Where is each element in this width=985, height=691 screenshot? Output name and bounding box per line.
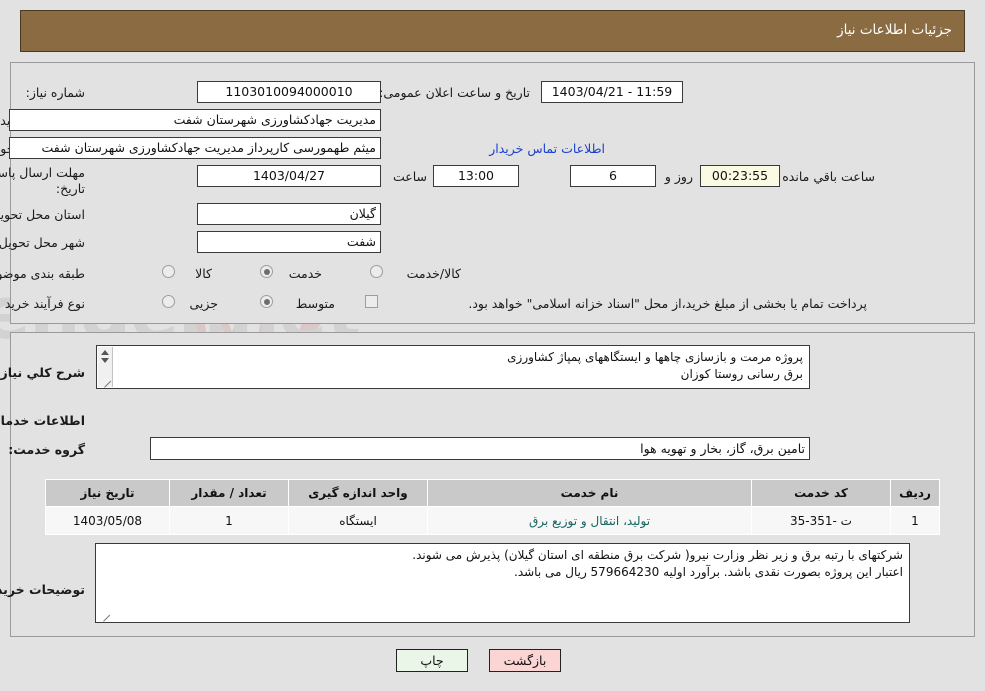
cell-date: 1403/05/08 — [45, 506, 170, 535]
province-label: استان محل تحویل: — [0, 207, 85, 222]
description-label: شرح کلي نیاز: — [0, 365, 85, 380]
public-announce-label: تاریخ و ساعت اعلان عمومی: — [379, 85, 530, 100]
city-value: شفت — [197, 231, 381, 253]
deadline-label-line2: تاریخ: — [55, 181, 85, 196]
radio-process-jozi[interactable] — [162, 295, 175, 308]
countdown-label: ساعت باقي مانده — [782, 169, 875, 184]
service-group-value: تامین برق، گاز، بخار و تهویه هوا — [150, 437, 810, 460]
province-value: گیلان — [197, 203, 381, 225]
cell-code: ت -351-35 — [751, 506, 891, 535]
days-value: 6 — [570, 165, 656, 187]
radio-category-kala-khedmat[interactable] — [370, 265, 383, 278]
th-date: تاریخ نیاز — [45, 479, 170, 507]
treasury-checkbox[interactable] — [365, 295, 378, 308]
buyer-org-value: مدیریت جهادکشاورزی شهرستان شفت — [9, 109, 381, 131]
table-row: 1 ت -351-35 تولید، انتقال و توزیع برق ای… — [45, 506, 940, 535]
process-option-0-label: جزیی — [189, 296, 218, 311]
scroll-up-icon[interactable] — [101, 350, 109, 355]
buyer-notes-textarea[interactable]: شرکتهای با رتبه برق و زیر نظر وزارت نیرو… — [95, 543, 910, 623]
public-announce-value: 1403/04/21 - 11:59 — [541, 81, 683, 103]
process-label: نوع فرآیند خرید : — [0, 296, 85, 311]
category-option-2-label: کالا/خدمت — [406, 266, 461, 281]
th-name: نام خدمت — [427, 479, 752, 507]
category-option-0-label: کالا — [195, 266, 212, 281]
th-code: کد خدمت — [751, 479, 891, 507]
countdown-value: 00:23:55 — [700, 165, 780, 187]
deadline-label-line1: مهلت ارسال پاسخ: تا — [0, 165, 85, 180]
hour-label: ساعت — [392, 169, 427, 184]
days-label: روز و — [664, 169, 693, 184]
services-table: ردیف کد خدمت نام خدمت واحد اندازه گیری ت… — [45, 479, 940, 535]
print-button[interactable]: چاپ — [396, 649, 468, 672]
scroll-down-icon[interactable] — [101, 358, 109, 363]
city-label: شهر محل تحویل: — [0, 235, 85, 250]
service-group-label: گروه خدمت: — [8, 442, 85, 457]
buyer-notes-label: توضیحات خریدار: — [0, 582, 85, 597]
hour-value: 13:00 — [433, 165, 519, 187]
radio-category-khedmat[interactable] — [260, 265, 273, 278]
cell-qty: 1 — [169, 506, 289, 535]
category-label: طبقه بندی موضوعی: — [0, 266, 85, 281]
description-textarea[interactable]: پروژه مرمت و بازسازی چاهها و ایستگاههای … — [96, 345, 810, 389]
services-section-title: اطلاعات خدمات مورد نیاز — [0, 413, 85, 428]
resize-grip-icon[interactable] — [99, 375, 110, 386]
page-header: جزئیات اطلاعات نیاز — [20, 10, 965, 52]
cell-row: 1 — [890, 506, 940, 535]
cell-unit: ایستگاه — [288, 506, 428, 535]
buyer-notes-resize-grip-icon[interactable] — [98, 609, 109, 620]
need-info-panel — [10, 62, 975, 324]
process-option-1-label: متوسط — [295, 296, 335, 311]
creator-value: میثم طهمورسی کارپرداز مدیریت جهادکشاورزی… — [9, 137, 381, 159]
table-header-row: ردیف کد خدمت نام خدمت واحد اندازه گیری ت… — [45, 479, 940, 507]
description-value: پروژه مرمت و بازسازی چاهها و ایستگاههای … — [507, 350, 803, 381]
radio-process-motevaset[interactable] — [260, 295, 273, 308]
buyer-notes-value: شرکتهای با رتبه برق و زیر نظر وزارت نیرو… — [412, 548, 903, 579]
th-row: ردیف — [890, 479, 940, 507]
need-number-label: شماره نیاز: — [25, 85, 85, 100]
th-unit: واحد اندازه گیری — [288, 479, 428, 507]
th-qty: تعداد / مقدار — [169, 479, 289, 507]
buyer-contact-link[interactable]: اطلاعات تماس خریدار — [489, 141, 605, 156]
back-button[interactable]: بازگشت — [489, 649, 561, 672]
cell-name: تولید، انتقال و توزیع برق — [427, 506, 752, 535]
category-option-1-label: خدمت — [288, 266, 322, 281]
radio-category-kala[interactable] — [162, 265, 175, 278]
treasury-note-label: پرداخت تمام یا بخشی از مبلغ خرید،از محل … — [468, 296, 867, 311]
need-number-value: 1103010094000010 — [197, 81, 381, 103]
deadline-date-value: 1403/04/27 — [197, 165, 381, 187]
page-root: AriaTender.net جزئیات اطلاعات نیاز شماره… — [0, 0, 985, 691]
page-title: جزئیات اطلاعات نیاز — [837, 22, 952, 38]
